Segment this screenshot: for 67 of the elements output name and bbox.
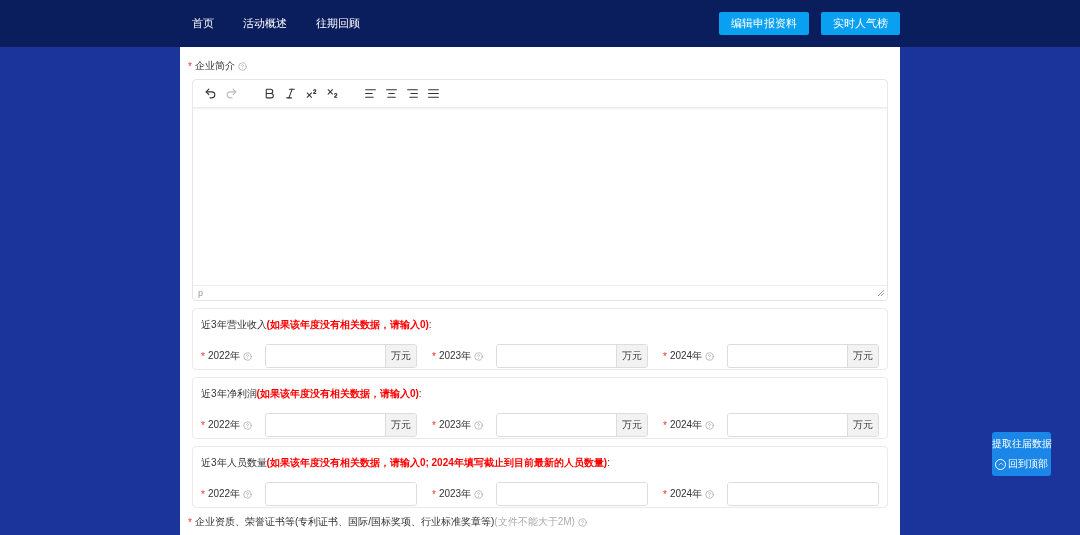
group-label: 近3年营业收入(如果该年度没有相关数据，请输入0):: [201, 318, 433, 332]
back-to-top-link[interactable]: 回到顶部: [995, 457, 1048, 471]
group-label: 近3年人员数量(如果该年度没有相关数据，请输入0; 2024年填写截止到目前最新的人员数量):: [201, 456, 611, 470]
required-mark: *: [432, 350, 436, 362]
number-input[interactable]: 万元: [496, 344, 648, 368]
number-input[interactable]: 万元: [265, 344, 417, 368]
year-label: 2023年: [438, 418, 472, 432]
subscript-icon[interactable]: [325, 86, 339, 101]
help-icon[interactable]: [237, 61, 247, 71]
year-label: 2023年: [438, 349, 472, 363]
required-mark: *: [432, 419, 436, 431]
help-icon[interactable]: [474, 351, 484, 361]
superscript-icon[interactable]: [304, 86, 318, 101]
help-icon[interactable]: [474, 420, 484, 430]
number-input[interactable]: 万元: [496, 413, 648, 437]
required-mark: *: [432, 488, 436, 500]
element-path: p: [198, 288, 203, 298]
fetch-data-link[interactable]: 提取往届数据: [991, 437, 1052, 451]
required-mark: *: [188, 516, 192, 528]
help-icon[interactable]: [705, 489, 715, 499]
redo-icon[interactable]: [224, 86, 238, 101]
align-justify-icon[interactable]: [426, 86, 440, 101]
number-input[interactable]: [265, 482, 417, 506]
number-input[interactable]: 万元: [727, 344, 879, 368]
required-mark: *: [201, 488, 205, 500]
year-label: 2022年: [207, 487, 241, 501]
unit-label: 万元: [847, 414, 878, 436]
required-mark: *: [663, 350, 667, 362]
unit-label: 万元: [847, 345, 878, 367]
unit-label: 万元: [385, 414, 416, 436]
year-label: 2022年: [207, 349, 241, 363]
number-input[interactable]: 万元: [727, 413, 879, 437]
required-mark: *: [663, 488, 667, 500]
undo-icon[interactable]: [203, 86, 217, 101]
unit-label: 万元: [385, 345, 416, 367]
nav-link[interactable]: 活动概述: [235, 16, 295, 31]
help-icon[interactable]: [577, 517, 587, 527]
italic-icon[interactable]: [283, 86, 297, 101]
help-icon[interactable]: [705, 420, 715, 430]
align-right-icon[interactable]: [405, 86, 419, 101]
year-label: 2024年: [669, 349, 703, 363]
nav-link[interactable]: 往期回顾: [308, 16, 368, 31]
year-label: 2023年: [438, 487, 472, 501]
year-label: 2022年: [207, 418, 241, 432]
align-left-icon[interactable]: [363, 86, 377, 101]
required-mark: *: [188, 60, 192, 72]
required-mark: *: [201, 350, 205, 362]
help-icon[interactable]: [705, 351, 715, 361]
nav-link[interactable]: 首页: [184, 16, 222, 31]
year-label: 2024年: [669, 418, 703, 432]
field-label: 企业资质、荣誉证书等(专利证书、国际/国标奖项、行业标准奖章等)(文件不能大于2M): [194, 515, 575, 529]
field-label: 企业简介: [194, 59, 235, 73]
help-icon[interactable]: [243, 420, 253, 430]
number-input[interactable]: [496, 482, 648, 506]
help-icon[interactable]: [243, 351, 253, 361]
resize-handle-icon[interactable]: [878, 290, 884, 296]
year-label: 2024年: [669, 487, 703, 501]
help-icon[interactable]: [474, 489, 484, 499]
number-input[interactable]: 万元: [265, 413, 417, 437]
number-input[interactable]: [727, 482, 879, 506]
group-label: 近3年净利润(如果该年度没有相关数据，请输入0):: [201, 387, 423, 401]
unit-label: 万元: [616, 345, 647, 367]
required-mark: *: [201, 419, 205, 431]
help-icon[interactable]: [243, 489, 253, 499]
required-mark: *: [663, 419, 667, 431]
align-center-icon[interactable]: [384, 86, 398, 101]
unit-label: 万元: [616, 414, 647, 436]
